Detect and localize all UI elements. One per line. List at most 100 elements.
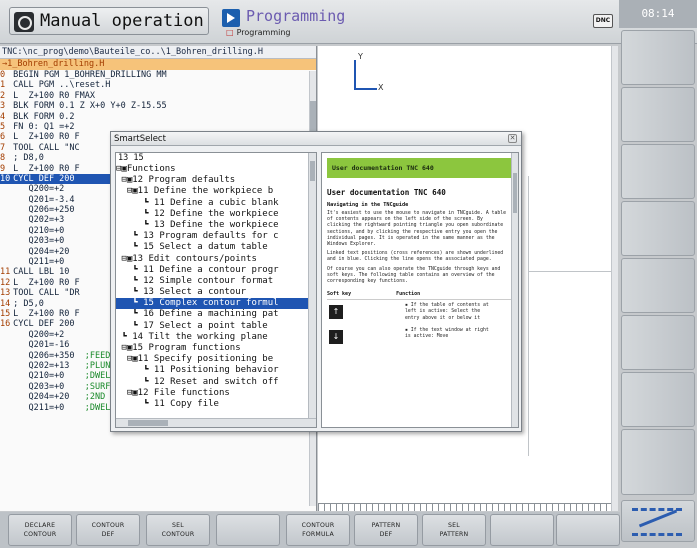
manual-mode-icon [14,12,34,32]
line-text: ; D8,0 [13,153,44,164]
programming-icon[interactable] [222,9,240,27]
line-text: FN 0: Q1 =+2 [13,121,75,132]
tree-breadcrumb: 13 15 [118,153,144,163]
vertical-softkey-4[interactable] [621,201,695,256]
softkey-label-line2: PATTERN [439,531,469,538]
program-line[interactable]: 0 BEGIN PGM 1_BOHREN_DRILLING MM [0,70,316,80]
tree-horizontal-scrollbar[interactable] [116,418,316,427]
tree-item[interactable]: ┗ 12 Reset and switch off [116,377,316,388]
program-line[interactable]: 3 BLK FORM 0.1 Z X+0 Y+0 Z-15.55 [0,101,316,111]
line-text: TOOL CALL "DR [13,288,80,299]
tree-item[interactable]: ┗ 17 Select a point table [116,321,316,332]
line-number: 9 [0,163,6,174]
y-axis-icon [354,60,356,90]
tree-item[interactable]: ┗ 11 Positioning behavior [116,365,316,376]
line-number: 6 [0,132,6,143]
tree-item[interactable]: ┗ 12 Simple contour format [116,276,316,287]
softkey-label-line2: CONTOUR [161,531,195,538]
doc-table-row: ↓ ▪ If the text window at right is activ… [327,328,513,350]
softkey-label-line2: DEF [101,531,115,538]
line-text: Q200=+2 [13,329,65,340]
line-number: 13 [0,288,11,299]
tree-item[interactable]: ┗ 13 Program defaults for c [116,231,316,242]
vertical-softkey-7[interactable] [621,372,695,427]
vertical-softkey-3[interactable] [621,144,695,199]
line-text: Q202=+3 [13,215,65,226]
softkey-8[interactable] [490,514,554,546]
line-text: Q211=+0 [13,402,85,413]
line-text: Q210=+0 [13,371,85,382]
line-text: Q200=+2 [13,184,65,195]
doc-subheading: Navigating in the TNCguide [327,202,409,208]
tree-item[interactable]: ┗ 11 Define a cubic blank [116,198,316,209]
line-number: 1 [0,80,6,91]
scrollbar-thumb[interactable] [310,161,315,181]
softkey-4[interactable] [216,514,280,546]
softkey-9[interactable] [556,514,620,546]
softkey-3[interactable]: SEL CONTOUR [146,514,210,546]
vertical-softkey-5[interactable] [621,258,695,313]
vertical-softkey-8[interactable] [621,429,695,495]
softkey-label-line1: CONTOUR [301,522,335,529]
tree-item[interactable]: ⊟▣12 Program defaults [116,175,316,186]
ruler [318,503,618,511]
tree-item[interactable]: ┗ 13 Select a contour [116,287,316,298]
tree-item[interactable]: ┗ 14 Tilt the working plane [116,332,316,343]
doc-banner: User documentation TNC 640 [327,158,513,178]
vertical-softkey-2[interactable] [621,87,695,142]
close-icon[interactable]: ✕ [508,134,517,143]
header-bar: Manual operation Programming Programming… [0,0,697,44]
tree-vertical-scrollbar[interactable] [308,153,316,419]
vertical-softkey-1[interactable] [621,30,695,85]
tree-item[interactable]: ⊟▣13 Edit contours/points [116,254,316,265]
program-line[interactable]: 2 L Z+100 R0 FMAX [0,91,316,101]
x-axis-icon [355,88,377,90]
doc-scrollbar[interactable] [511,153,518,427]
tree-item[interactable]: ⊟▣15 Program functions [116,343,316,354]
line-text: Q201=-16 [13,340,70,351]
softkey-1[interactable]: DECLARE CONTOUR [8,514,72,546]
documentation-pane[interactable]: User documentation TNC 640 User document… [321,152,519,428]
workpiece-line [528,176,529,456]
tree-item[interactable]: ┗ 15 Select a datum table [116,242,316,253]
line-text: L Z+100 R0 FMAX [13,90,96,101]
line-text: ; D5,0 [13,298,44,309]
smartselect-dialog[interactable]: SmartSelect ✕ 13 15 ⊟▣Functions ⊟▣12 Pro… [110,131,522,432]
tree-item[interactable]: ⊟▣Functions [116,164,316,175]
doc-col-softkey: Soft key [327,291,352,298]
tree-item[interactable]: ⊟▣11 Define the workpiece b [116,186,316,197]
doc-paragraph: It's easiest to use the mouse to navigat… [327,211,507,248]
function-tree[interactable]: 13 15 ⊟▣Functions ⊟▣12 Program defaults … [115,152,317,428]
softkey-row-switch-button[interactable] [621,500,695,542]
tree-item[interactable]: ┗ 11 Copy file [116,399,316,410]
mode-manual-operation[interactable]: Manual operation [9,7,209,35]
programming-label[interactable]: Programming [246,7,345,25]
program-line[interactable]: 4 BLK FORM 0.2 [0,112,316,122]
line-number: 8 [0,153,6,164]
program-line[interactable]: 1 CALL PGM ..\reset.H [0,80,316,90]
scrollbar-thumb[interactable] [513,173,517,213]
line-text: BLK FORM 0.2 [13,111,75,122]
graphic-scrollbar[interactable] [611,46,618,511]
softkey-label-line1: DECLARE [24,522,56,529]
softkey-6[interactable]: PATTERN DEF [354,514,418,546]
x-axis-label: X [378,83,384,92]
tree-item[interactable]: ┗ 11 Define a contour progr [116,265,316,276]
line-number: 14 [0,298,11,309]
softkey-label-line1: PATTERN [371,522,401,529]
tree-item[interactable]: ⊟▣11 Specify positioning be [116,354,316,365]
softkey-7[interactable]: SEL PATTERN [422,514,486,546]
tree-item[interactable]: ┗ 12 Define the workpiece [116,209,316,220]
vertical-softkey-6[interactable] [621,315,695,370]
tree-item[interactable]: ┗ 15 Complex contour formul [116,298,316,310]
softkey-5[interactable]: CONTOUR FORMULA [286,514,350,546]
line-text: Q211=+0 [13,257,65,268]
arrow-down-icon: ↓ [329,330,343,345]
tree-item[interactable]: ┗ 13 Define the workpiece [116,220,316,231]
line-text: TOOL CALL "NC [13,142,80,153]
tree-item[interactable]: ⊟▣12 File functions [116,388,316,399]
scrollbar-thumb[interactable] [128,420,168,426]
tree-item[interactable]: ┗ 16 Define a machining pat [116,309,316,320]
softkey-2[interactable]: CONTOUR DEF [76,514,140,546]
doc-col-function: Function [396,291,421,298]
